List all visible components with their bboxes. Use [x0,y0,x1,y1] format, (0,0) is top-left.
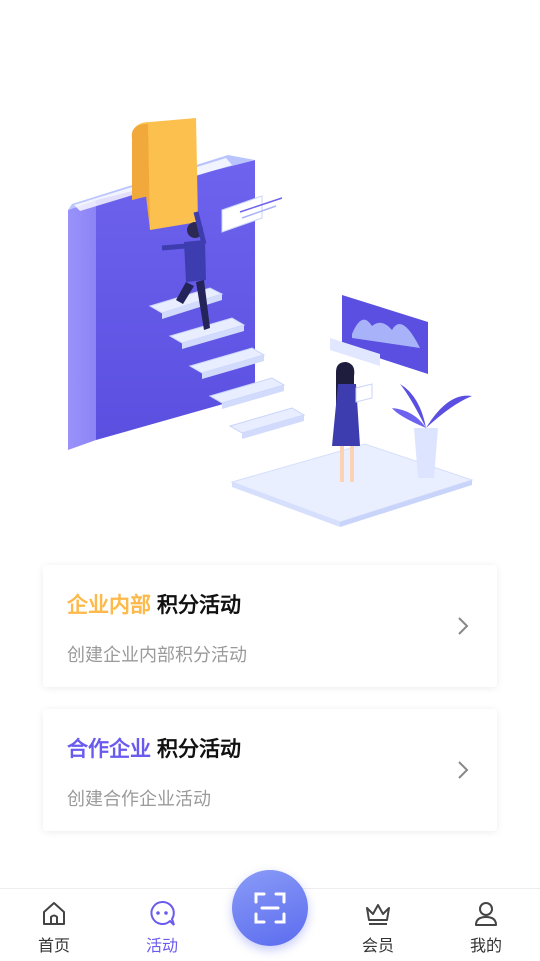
chevron-right-icon [458,617,469,635]
tab-mine[interactable]: 我的 [451,889,521,961]
scan-button[interactable] [232,870,308,946]
card-title-highlight: 合作企业 [67,737,151,761]
partner-points-activity-card[interactable]: 合作企业 积分活动 创建合作企业活动 [43,709,497,831]
tab-label: 会员 [361,936,394,955]
user-icon [475,902,497,926]
tab-label: 首页 [37,936,70,955]
card-title-main: 积分活动 [157,593,241,617]
tab-label: 活动 [145,936,178,955]
chevron-right-icon [458,761,469,779]
card-subtitle: 创建合作企业活动 [67,789,211,810]
card-title: 合作企业 积分活动 [67,733,241,763]
tab-home[interactable]: 首页 [19,889,89,961]
scan-icon [254,892,286,924]
chat-icon [150,900,175,926]
internal-points-activity-card[interactable]: 企业内部 积分活动 创建企业内部积分活动 [43,565,497,687]
card-title-highlight: 企业内部 [67,593,151,617]
card-subtitle: 创建企业内部积分活动 [67,645,247,666]
home-icon [43,902,65,925]
tab-label: 我的 [469,936,502,955]
tab-activity[interactable]: 活动 [127,889,197,961]
tab-member[interactable]: 会员 [343,889,413,961]
card-title-main: 积分活动 [157,737,241,761]
card-title: 企业内部 积分活动 [67,589,241,619]
hero-illustration [68,118,474,527]
crown-icon [366,904,390,925]
